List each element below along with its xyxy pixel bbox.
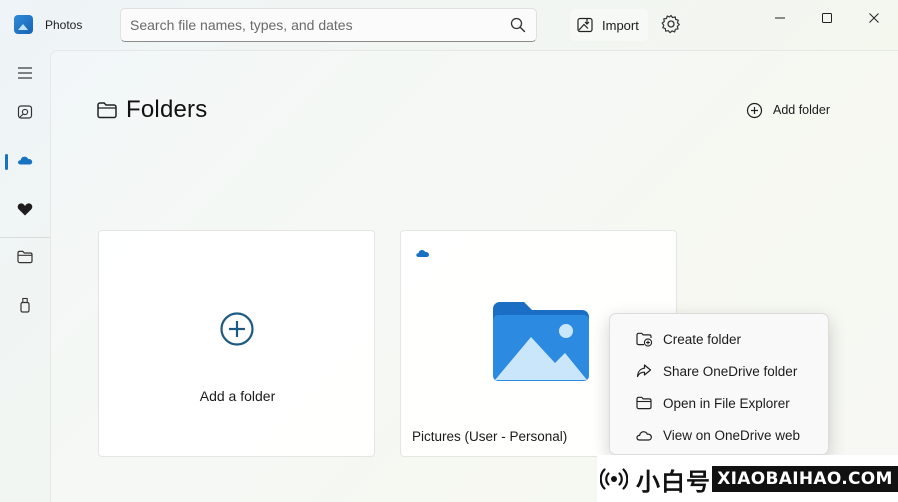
close-icon: [869, 13, 879, 23]
page-header: Folders: [96, 96, 207, 124]
nav-item-gallery[interactable]: [0, 92, 50, 132]
menu-item-view-onedrive-web[interactable]: View on OneDrive web: [614, 420, 826, 450]
title-bar: Photos Import: [0, 0, 898, 50]
maximize-button[interactable]: [807, 8, 847, 28]
nav-item-folders[interactable]: [0, 237, 50, 277]
menu-item-label: Create folder: [663, 331, 742, 347]
add-folder-card-label: Add a folder: [199, 388, 276, 404]
watermark-site: XIAOBAIHAO.COM: [712, 466, 898, 492]
broadcast-signal-icon: [600, 468, 628, 490]
import-icon: [577, 17, 593, 33]
menu-item-open-file-explorer[interactable]: Open in File Explorer: [614, 388, 826, 418]
page-title: Folders: [126, 96, 208, 123]
gallery-icon: [17, 105, 33, 119]
menu-item-label: Open in File Explorer: [663, 395, 790, 411]
nav-item-favorites[interactable]: [0, 189, 50, 229]
menu-item-create-folder[interactable]: Create folder: [614, 324, 826, 354]
folder-icon: [17, 250, 33, 264]
menu-item-share-onedrive[interactable]: Share OneDrive folder: [614, 356, 826, 386]
onedrive-cloud-icon: [416, 250, 430, 257]
nav-item-external-drive[interactable]: [0, 285, 50, 325]
close-button[interactable]: [854, 8, 894, 28]
app-title: Photos: [45, 18, 83, 32]
watermark-text: 小白号: [636, 468, 711, 496]
photos-app-icon: [14, 15, 33, 34]
cloud-outline-icon: [636, 431, 652, 441]
new-folder-icon: [636, 332, 653, 347]
minimize-icon: [775, 17, 785, 19]
file-explorer-folder-icon: [636, 396, 652, 410]
search-icon[interactable]: [510, 17, 526, 33]
folder-card-label: Pictures (User - Personal): [412, 429, 568, 444]
menu-item-label: View on OneDrive web: [663, 427, 801, 443]
search-input[interactable]: [130, 15, 500, 35]
usb-drive-icon: [20, 297, 30, 313]
folder-context-menu: Create folder Share OneDrive folder Open…: [609, 313, 829, 455]
pictures-folder-icon: [493, 302, 589, 381]
gear-icon[interactable]: [660, 13, 682, 35]
maximize-icon: [822, 13, 832, 23]
share-icon: [636, 364, 652, 378]
nav-menu-button[interactable]: [0, 53, 50, 93]
import-button[interactable]: Import: [570, 9, 648, 41]
hamburger-menu-icon: [18, 67, 32, 79]
import-label: Import: [602, 17, 639, 33]
heart-icon: [17, 203, 33, 216]
minimize-button[interactable]: [760, 8, 800, 28]
menu-item-label: Share OneDrive folder: [663, 363, 798, 379]
folder-outline-icon: [97, 102, 117, 119]
nav-item-onedrive[interactable]: [0, 140, 50, 180]
add-folder-button[interactable]: Add folder: [746, 98, 830, 122]
add-folder-card[interactable]: Add a folder: [98, 230, 375, 457]
plus-circle-icon: [220, 312, 254, 346]
search-box[interactable]: [120, 8, 537, 42]
onedrive-cloud-icon: [18, 156, 33, 165]
add-folder-label: Add folder: [773, 103, 830, 117]
plus-circle-icon: [746, 102, 763, 118]
